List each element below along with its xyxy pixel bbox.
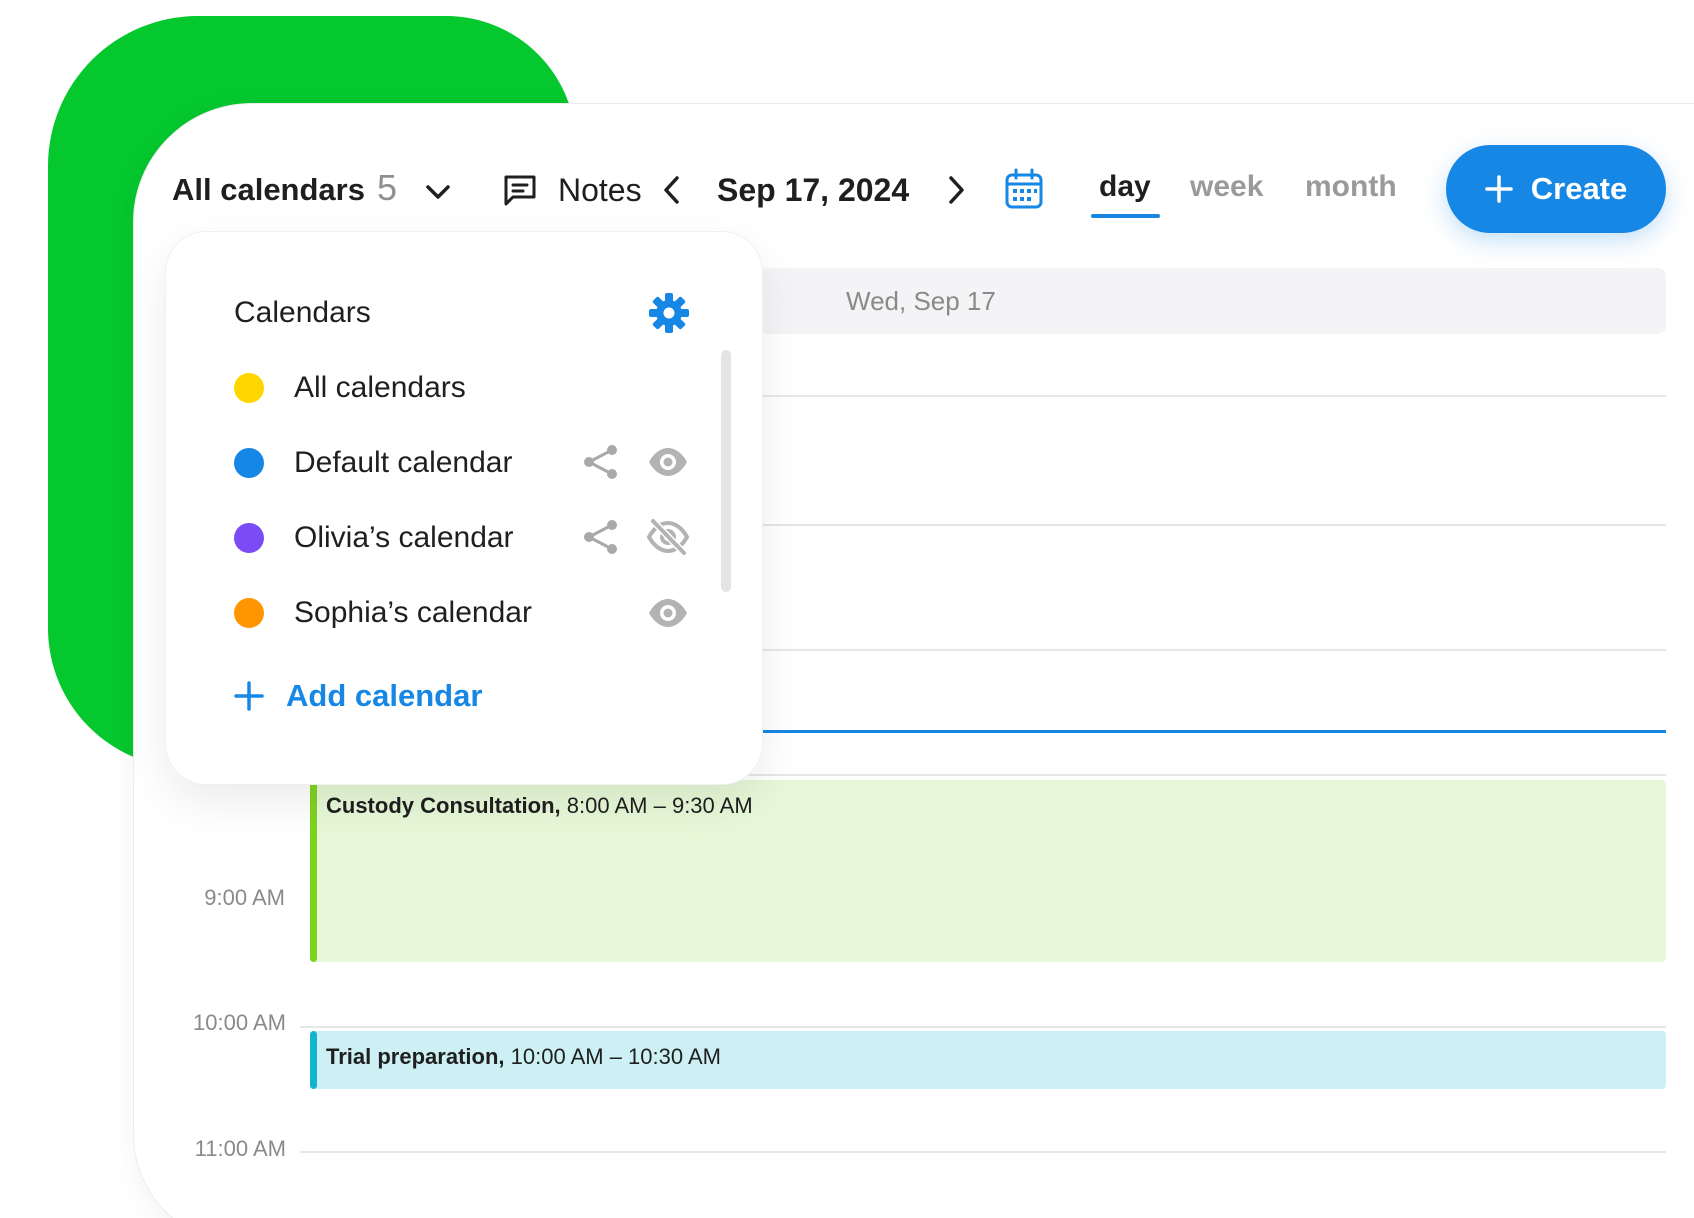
chevron-right-icon[interactable]	[946, 174, 968, 206]
plus-icon	[1485, 175, 1513, 203]
stage: All calendars 5 Notes Sep 17, 2024 day w…	[0, 0, 1694, 1218]
panel-scrollbar[interactable]	[721, 350, 731, 592]
calendar-color-dot	[234, 523, 264, 553]
tab-active-indicator	[1091, 214, 1160, 218]
current-time-line	[760, 730, 1666, 733]
add-calendar-button[interactable]: Add calendar	[286, 676, 482, 716]
calendar-item-olivia[interactable]: Olivia’s calendar	[294, 520, 514, 556]
message-square-icon[interactable]	[503, 174, 537, 206]
share-icon[interactable]	[580, 443, 622, 481]
time-label: 11:00 AM	[194, 1136, 286, 1161]
chevron-down-icon[interactable]	[422, 176, 454, 208]
hour-gridline	[300, 1151, 1666, 1153]
event-time: 10:00 AM – 10:30 AM	[510, 1044, 721, 1069]
time-label: 10:00 AM	[193, 1010, 286, 1035]
hour-gridline	[760, 395, 1666, 397]
hour-gridline	[300, 1026, 1666, 1028]
event-title: Custody Consultation,	[326, 793, 561, 818]
event-title: Trial preparation,	[326, 1044, 505, 1069]
notes-button[interactable]: Notes	[558, 170, 642, 210]
tab-week[interactable]: week	[1190, 167, 1263, 207]
calendar-item-default[interactable]: Default calendar	[294, 445, 512, 481]
eye-off-icon[interactable]	[647, 518, 689, 556]
create-button[interactable]: Create	[1446, 145, 1666, 233]
calendar-count: 5	[377, 167, 398, 208]
hour-gridline	[760, 649, 1666, 651]
calendar-item-sophia[interactable]: Sophia’s calendar	[294, 595, 532, 631]
chevron-left-icon[interactable]	[660, 174, 682, 206]
tab-month[interactable]: month	[1305, 167, 1397, 207]
current-date: Sep 17, 2024	[717, 172, 910, 208]
calendar-color-dot	[234, 373, 264, 403]
eye-icon[interactable]	[647, 443, 689, 481]
tab-day[interactable]: day	[1099, 167, 1151, 207]
eye-icon[interactable]	[647, 594, 689, 632]
panel-title: Calendars	[234, 296, 371, 329]
time-label: 9:00 AM	[204, 885, 285, 910]
event-text: Trial preparation, 10:00 AM – 10:30 AM	[326, 1043, 721, 1071]
event-color-bar	[310, 780, 317, 962]
plus-icon[interactable]	[234, 681, 264, 711]
hour-gridline	[760, 524, 1666, 526]
share-icon[interactable]	[580, 518, 622, 556]
calendar-icon[interactable]	[1004, 168, 1044, 210]
event-trial-preparation[interactable]: Trial preparation, 10:00 AM – 10:30 AM	[310, 1031, 1666, 1089]
event-text: Custody Consultation, 8:00 AM – 9:30 AM	[326, 792, 753, 820]
event-color-bar	[310, 1031, 317, 1089]
calendar-color-dot	[234, 448, 264, 478]
day-column-header-label: Wed, Sep 17	[846, 286, 996, 316]
gear-icon[interactable]	[648, 292, 690, 334]
create-button-label: Create	[1530, 171, 1628, 206]
event-custody-consultation[interactable]: Custody Consultation, 8:00 AM – 9:30 AM	[310, 780, 1666, 962]
event-time: 8:00 AM – 9:30 AM	[566, 793, 753, 818]
calendar-color-dot	[234, 598, 264, 628]
calendar-item-all[interactable]: All calendars	[294, 370, 466, 406]
calendar-selector-label[interactable]: All calendars	[172, 170, 365, 210]
